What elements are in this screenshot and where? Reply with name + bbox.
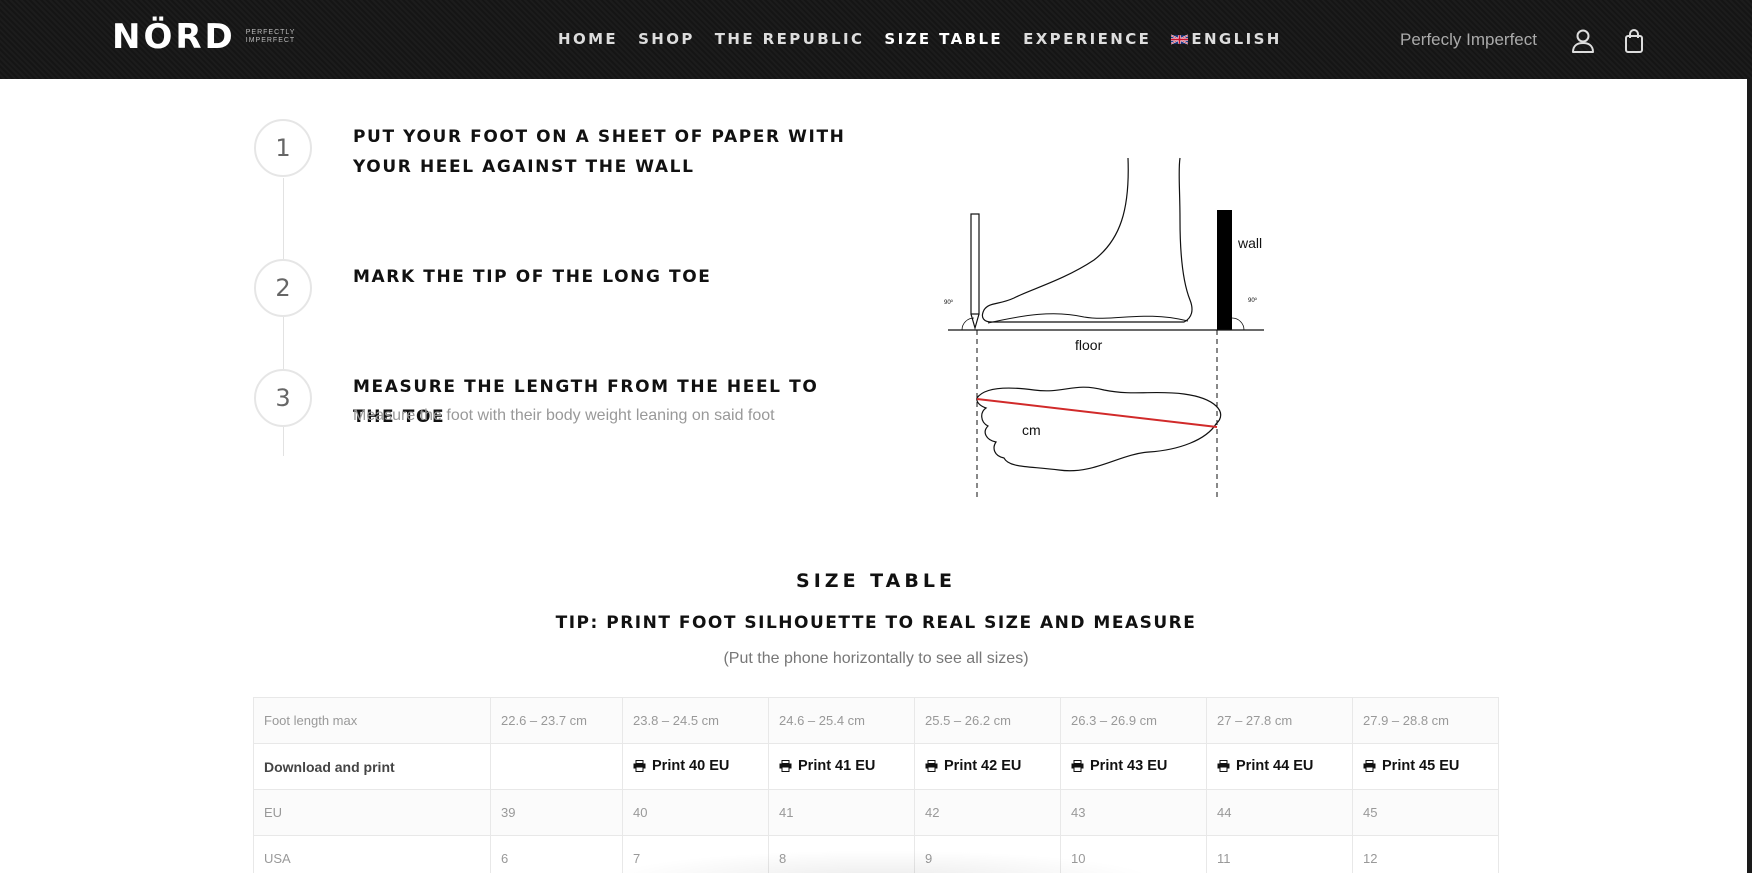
table-cell: Print 43 EU [1060,743,1207,790]
print-44-button[interactable]: Print 44 EU [1217,758,1313,774]
nav-experience[interactable]: EXPERIENCE [1023,30,1151,48]
table-cell: 25.5 – 26.2 cm [914,697,1061,744]
uk-flag-icon [1171,34,1189,45]
table-cell: 26.3 – 26.9 cm [1060,697,1207,744]
row-label: Foot length max [253,697,491,744]
table-row: EU 39 40 41 42 43 44 45 [253,789,1499,836]
floor-label: floor [1075,337,1103,353]
table-cell: Print 42 EU [914,743,1061,790]
header-tagline: Perfecly Imperfect [1400,30,1537,49]
main-nav: HOME SHOP THE REPUBLIC SIZE TABLE EXPERI… [558,30,1302,48]
table-cell: 44 [1206,789,1353,836]
user-icon[interactable] [1571,28,1595,54]
table-cell: Print 40 EU [622,743,769,790]
nav-language-label: ENGLISH [1191,30,1282,48]
table-cell [490,743,623,790]
scroll-fade [600,850,1160,873]
step-subtitle: Measure the foot with their body weight … [353,407,775,424]
nav-shop[interactable]: SHOP [638,30,695,48]
wall-label: wall [1237,235,1262,251]
measure-line [976,398,1218,428]
nav-language[interactable]: ENGLISH [1171,30,1281,48]
printer-icon [925,760,938,772]
cm-label: cm [1022,422,1041,438]
table-cell: 43 [1060,789,1207,836]
table-cell: 23.8 – 24.5 cm [622,697,769,744]
print-43-button[interactable]: Print 43 EU [1071,758,1167,774]
print-42-button[interactable]: Print 42 EU [925,758,1021,774]
table-cell: 22.6 – 23.7 cm [490,697,623,744]
table-cell: Print 44 EU [1206,743,1353,790]
nav-the-republic[interactable]: THE REPUBLIC [715,30,865,48]
foot-side-outline [981,157,1193,323]
print-45-button[interactable]: Print 45 EU [1363,758,1459,774]
table-cell: 27 – 27.8 cm [1206,697,1353,744]
step-number: 1 [254,119,312,177]
page: NÖRD PERFECTLY IMPERFECT HOME SHOP THE R… [0,0,1752,873]
scrollbar[interactable] [1747,79,1752,873]
table-row: Foot length max 22.6 – 23.7 cm 23.8 – 24… [253,697,1499,744]
table-cell: 45 [1352,789,1499,836]
table-row: Download and print Print 40 EU Print 41 … [253,743,1499,790]
table-cell: 11 [1206,835,1353,873]
table-cell: 39 [490,789,623,836]
printer-icon [633,760,646,772]
wall [1217,210,1232,330]
logo[interactable]: NÖRD PERFECTLY IMPERFECT [112,20,298,54]
size-table-tip: Tip: print foot silhouette to real size … [555,613,1197,633]
row-label: EU [253,789,491,836]
foot-measure-diagram: wall floor 90º 90º cm [944,157,1264,500]
row-label: Download and print [253,743,491,790]
table-cell: 12 [1352,835,1499,873]
step-number: 2 [254,259,312,317]
table-cell: 40 [622,789,769,836]
table-cell: 24.6 – 25.4 cm [768,697,915,744]
print-41-button[interactable]: Print 41 EU [779,758,875,774]
table-cell: Print 41 EU [768,743,915,790]
step-number: 3 [254,369,312,427]
nav-size-table[interactable]: SIZE TABLE [884,30,1003,48]
row-label: USA [253,835,491,873]
printer-icon [1363,760,1376,772]
shopping-bag-icon[interactable] [1622,28,1646,54]
pencil [970,213,980,315]
site-header: NÖRD PERFECTLY IMPERFECT HOME SHOP THE R… [0,0,1752,79]
nav-home[interactable]: HOME [558,30,618,48]
printer-icon [1071,760,1084,772]
step-title: Mark the tip of the long toe [353,267,712,287]
table-cell: 41 [768,789,915,836]
table-cell: 27.9 – 28.8 cm [1352,697,1499,744]
step-title: Put your foot on a sheet of paper with y… [353,127,846,177]
svg-text:90º: 90º [944,299,954,306]
print-40-button[interactable]: Print 40 EU [633,758,729,774]
logo-wordmark: NÖRD [112,17,236,57]
printer-icon [1217,760,1230,772]
table-cell: Print 45 EU [1352,743,1499,790]
svg-text:90º: 90º [1248,297,1258,304]
foot-top-outline [976,386,1222,472]
size-table: Foot length max 22.6 – 23.7 cm 23.8 – 24… [253,697,1499,873]
size-table-title: Size Table [796,570,956,592]
table-cell: 42 [914,789,1061,836]
logo-tagline: PERFECTLY IMPERFECT [245,29,296,44]
size-table-note: (Put the phone horizontally to see all s… [723,650,1029,667]
printer-icon [779,760,792,772]
